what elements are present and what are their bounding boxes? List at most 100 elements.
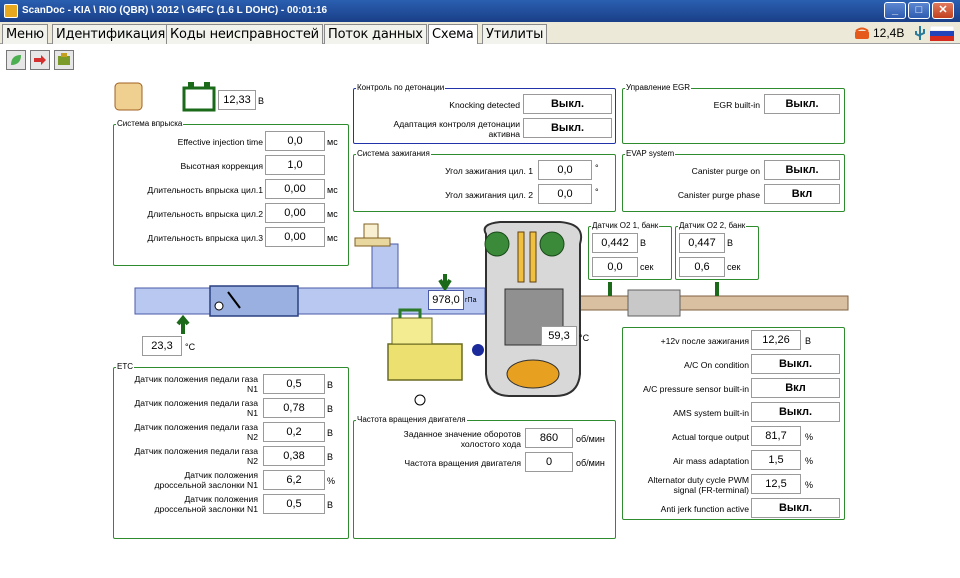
voltage-readout: 12,4В: [873, 26, 905, 40]
injection-value: 0,00: [265, 203, 325, 223]
misc-value: Выкл.: [751, 354, 840, 374]
app-icon: [4, 4, 18, 18]
purge-valve-icon: [414, 394, 426, 406]
rpm-actual-value: 0: [525, 452, 573, 472]
intake-riser: [371, 243, 399, 289]
misc-label: Anti jerk function active: [660, 504, 749, 514]
injection-value: 0,00: [265, 227, 325, 247]
tab-bar: Меню Идентификация Коды неисправностей П…: [0, 22, 960, 45]
etc-label-line1: Датчик положения педали газа: [134, 446, 258, 456]
misc-value: Вкл: [751, 378, 840, 398]
check-engine-icon[interactable]: [114, 82, 143, 111]
etc-label-line2: N2: [247, 456, 258, 466]
rpm-unit: об/мин: [576, 434, 605, 444]
misc-label: Air mass adaptation: [673, 456, 749, 466]
etc-value: 0,5: [263, 374, 325, 394]
knock-sensor-icon: [472, 344, 484, 356]
record-button[interactable]: [30, 50, 50, 70]
misc-label: +12v после зажигания: [660, 336, 749, 346]
o2-2-voltage-unit: В: [727, 238, 734, 248]
leaf-button[interactable]: [6, 50, 26, 70]
misc-unit: %: [805, 456, 814, 466]
window-title: ScanDoc - KIA \ RIO (QBR) \ 2012 \ G4FC …: [22, 5, 328, 16]
leaf-icon: [11, 55, 21, 65]
tab-identification[interactable]: Идентификация: [52, 24, 170, 44]
injection-value: 1,0: [265, 155, 325, 175]
evap-canister: [391, 317, 433, 345]
o2-2-time-unit: сек: [727, 262, 741, 272]
rpm-label-line1: Заданное значение оборотов: [403, 429, 521, 439]
misc-value: 12,5: [751, 474, 801, 494]
ignition-unit: °: [595, 163, 599, 173]
etc-title: ETC: [116, 362, 134, 372]
etc-label-line1: Датчик положения педали газа: [134, 374, 258, 384]
map-sensor-icon: [438, 274, 452, 292]
etc-label-line1: Датчик положения педали газа: [134, 422, 258, 432]
injection-unit: мс: [327, 209, 338, 219]
egr-value: Выкл.: [764, 94, 840, 114]
idle-valve-head: [363, 223, 379, 239]
russian-flag-icon[interactable]: [930, 26, 954, 41]
o2-2-time: 0,6: [679, 257, 725, 277]
egr-label: EGR built-in: [713, 100, 760, 110]
tab-scheme[interactable]: Схема: [428, 24, 478, 45]
etc-value: 0,2: [263, 422, 325, 442]
arrow-right-icon: [34, 55, 46, 65]
intake-temp-unit: °C: [185, 342, 196, 352]
injector-right: [529, 231, 537, 283]
ignition-unit: °: [595, 187, 599, 197]
minimize-button[interactable]: _: [884, 2, 906, 19]
etc-label-line2: N1: [247, 384, 258, 394]
o2-1-voltage: 0,442: [592, 233, 638, 253]
knock-label: Knocking detected: [449, 100, 520, 110]
tab-data-stream[interactable]: Поток данных: [324, 24, 427, 44]
evap-value: Выкл.: [764, 160, 840, 180]
battery-voltage-unit: В: [258, 96, 265, 106]
misc-value: Выкл.: [751, 498, 840, 518]
camshaft-gear-right: [539, 231, 565, 257]
egr-title: Управление EGR: [625, 83, 692, 93]
ignition-label: Угол зажигания цил. 1: [445, 166, 533, 176]
ignition-value: 0,0: [538, 184, 592, 204]
injection-label: Высотная коррекция: [180, 161, 263, 171]
tab-utilities[interactable]: Утилиты: [482, 24, 548, 44]
map-pressure-value: 978,0: [428, 290, 464, 310]
o2-2-voltage: 0,447: [679, 233, 725, 253]
o2-sensor-2-title: Датчик O2 2, банк: [678, 221, 747, 231]
etc-unit: В: [327, 428, 334, 438]
rpm-unit: об/мин: [576, 458, 605, 468]
close-button[interactable]: ✕: [932, 2, 954, 19]
injection-unit: мс: [327, 233, 338, 243]
injection-label: Длительность впрыска цил.3: [147, 233, 263, 243]
knock-value: Выкл.: [523, 94, 612, 114]
o2-1-time-unit: сек: [640, 262, 654, 272]
evap-value: Вкл: [764, 184, 840, 204]
exhaust-pipe: [577, 295, 849, 311]
etc-unit: В: [327, 452, 334, 462]
tab-menu[interactable]: Меню: [2, 24, 48, 44]
maximize-button[interactable]: □: [908, 2, 930, 19]
etc-value: 0,78: [263, 398, 325, 418]
knock-adaptation-value: Выкл.: [523, 118, 612, 138]
misc-label-line1: Alternator duty cycle PWM: [647, 475, 749, 485]
injection-value: 0,0: [265, 131, 325, 151]
ignition-label: Угол зажигания цил. 2: [445, 190, 533, 200]
knock-title: Контроль по детонации: [356, 83, 446, 93]
misc-label: A/C pressure sensor built-in: [642, 384, 749, 394]
settings-button[interactable]: [54, 50, 74, 70]
evap-label: Canister purge on: [691, 166, 760, 176]
coolant-temp-unit: °C: [579, 333, 590, 343]
phone-icon: [855, 27, 869, 39]
engine-icon: [58, 53, 70, 65]
throttle-body: [209, 285, 299, 317]
o2-1-voltage-unit: В: [640, 238, 647, 248]
misc-label-line2: signal (FR-terminal): [673, 485, 749, 495]
etc-label-line2: дроссельной заслонки N1: [154, 504, 258, 514]
injector-left: [517, 231, 525, 283]
status-area: 12,4В: [852, 22, 960, 44]
rpm-label-line1: Частота вращения двигателя: [404, 458, 521, 468]
tab-fault-codes[interactable]: Коды неисправностей: [166, 24, 323, 44]
injection-unit: мс: [327, 185, 338, 195]
o2-sensor-1-title: Датчик O2 1, банк: [591, 221, 660, 231]
etc-value: 0,38: [263, 446, 325, 466]
